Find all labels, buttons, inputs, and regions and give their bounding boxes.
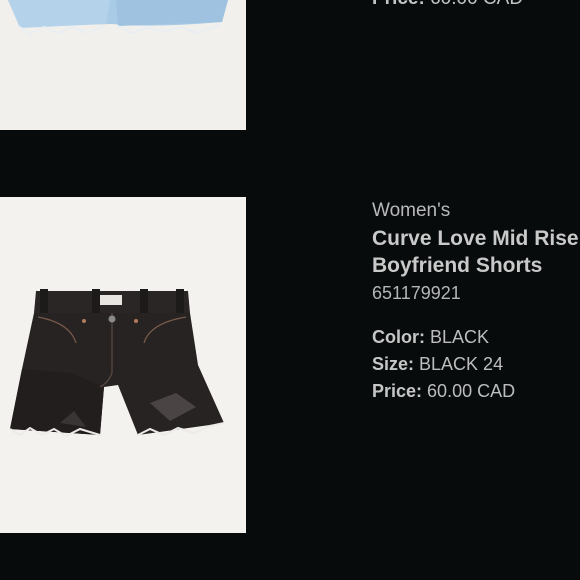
price-row: Price: 60.00 CAD	[372, 378, 579, 405]
product-page: Price: 60.00 CAD	[0, 0, 580, 580]
previous-price-line: Price: 60.00 CAD	[372, 0, 523, 10]
product-title-line-1: Curve Love Mid Rise	[372, 227, 579, 250]
color-row: Color: BLACK	[372, 324, 579, 351]
price-label: Price:	[372, 381, 423, 401]
size-row: Size: BLACK 24	[372, 351, 579, 378]
product-title[interactable]: Curve Love Mid Rise Boyfriend Shorts	[372, 225, 579, 279]
black-denim-shorts-image	[9, 289, 225, 438]
color-label: Color:	[372, 327, 425, 347]
previous-product-image[interactable]	[0, 0, 246, 130]
price-value: 60.00 CAD	[427, 381, 516, 401]
product-title-line-2: Boyfriend Shorts	[372, 254, 543, 277]
product-attributes: Color: BLACK Size: BLACK 24 Price: 60.00…	[372, 324, 579, 405]
size-label: Size:	[372, 354, 415, 374]
product-details: Women's Curve Love Mid Rise Boyfriend Sh…	[372, 199, 579, 405]
previous-price-label: Price:	[372, 0, 425, 9]
size-value: BLACK 24	[419, 354, 504, 374]
product-category: Women's	[372, 200, 451, 221]
previous-price-value: 60.00 CAD	[430, 0, 523, 9]
product-image[interactable]	[0, 197, 246, 533]
product-sku: 651179921	[372, 283, 461, 303]
color-value: BLACK	[430, 327, 490, 347]
light-wash-shorts-image	[8, 0, 228, 36]
